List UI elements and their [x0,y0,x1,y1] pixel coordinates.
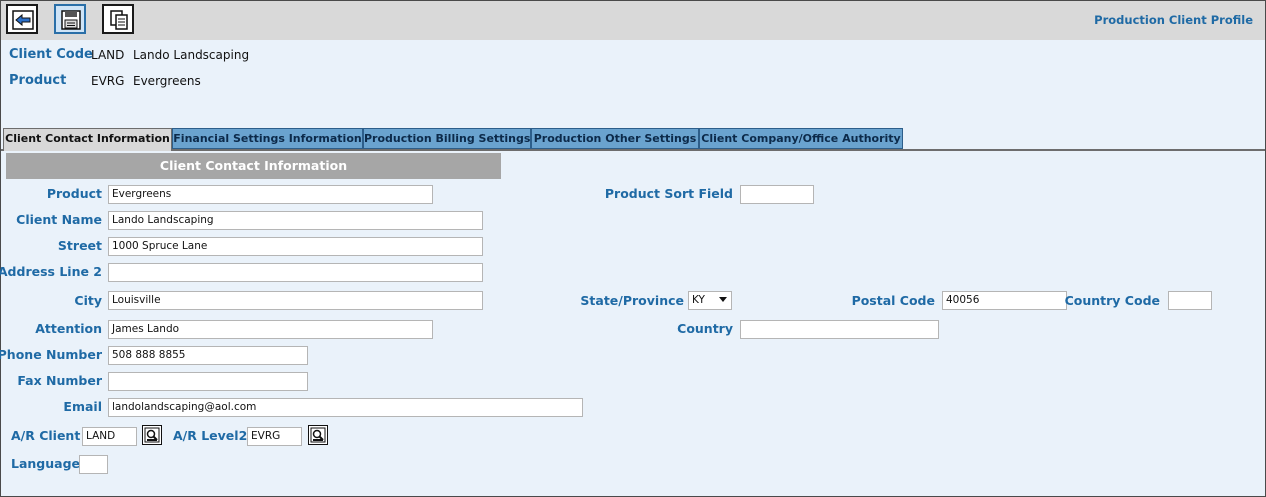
ar-level2-input[interactable]: EVRG [247,427,302,446]
ar-client-lookup-button[interactable] [142,425,162,445]
client-code-value: LAND [91,48,125,62]
tab-client-company-office-authority[interactable]: Client Company/Office Authority [699,128,903,149]
copy-icon [110,10,128,30]
country-input[interactable] [740,320,939,339]
phone-number-label: Phone Number [0,347,102,362]
tab-bar: Client Contact Information Financial Set… [1,128,1265,151]
street-input[interactable]: 1000 Spruce Lane [108,237,483,256]
product-input[interactable]: Evergreens [108,185,433,204]
fax-number-input[interactable] [108,372,308,391]
save-icon [61,10,81,30]
product-label: Product [9,73,67,88]
client-header: Client Code LAND Lando Landscaping Produ… [1,40,1265,128]
tab-production-billing-settings[interactable]: Production Billing Settings [363,128,531,149]
toolbar: Production Client Profile [1,1,1265,40]
attention-input[interactable]: James Lando [108,320,433,339]
country-code-label: Country Code [1064,293,1160,308]
ar-level2-lookup-button[interactable] [308,425,328,445]
language-input[interactable] [79,455,108,474]
street-label: Street [57,238,102,253]
product-name-value: Evergreens [133,74,201,88]
product-field-label: Product [46,186,102,201]
copy-button[interactable] [102,4,134,34]
lookup-icon [144,427,160,443]
state-province-label: State/Province [580,293,684,308]
tab-production-other-settings[interactable]: Production Other Settings [531,128,699,149]
save-button[interactable] [54,4,86,34]
lookup-icon [310,427,326,443]
email-input[interactable]: landolandscaping@aol.com [108,398,583,417]
city-input[interactable]: Louisville [108,291,483,310]
client-code-label: Client Code [9,47,93,62]
email-label: Email [63,399,102,414]
country-label: Country [677,321,733,336]
product-sort-field-input[interactable] [740,185,814,204]
app-title: Production Client Profile [1094,13,1253,27]
attention-label: Attention [35,321,102,336]
product-code-value: EVRG [91,74,125,88]
tab-client-contact-information[interactable]: Client Contact Information [3,128,172,151]
state-province-value: KY [692,294,705,306]
ar-level2-label: A/R Level2 [173,428,248,443]
phone-number-input[interactable]: 508 888 8855 [108,346,308,365]
language-label: Language [11,456,81,471]
country-code-input[interactable] [1168,291,1212,310]
client-profile-window: Production Client Profile Client Code LA… [0,0,1266,497]
ar-client-label: A/R Client [11,428,81,443]
chevron-down-icon [719,297,727,302]
state-province-select[interactable]: KY [688,291,732,310]
back-arrow-icon [12,10,34,30]
product-sort-field-label: Product Sort Field [604,186,733,201]
address-line-2-input[interactable] [108,263,483,282]
client-name-value: Lando Landscaping [133,48,250,62]
section-title: Client Contact Information [6,153,501,179]
tab-financial-settings-information[interactable]: Financial Settings Information [172,128,363,149]
client-name-input[interactable]: Lando Landscaping [108,211,483,230]
ar-client-input[interactable]: LAND [82,427,137,446]
city-label: City [74,293,102,308]
address-line-2-label: Address Line 2 [0,264,102,279]
client-name-label: Client Name [16,212,102,227]
postal-code-label: Postal Code [851,293,935,308]
postal-code-input[interactable]: 40056 [942,291,1067,310]
fax-number-label: Fax Number [17,373,102,388]
client-contact-panel: Client Contact Information Product Everg… [0,151,1265,496]
back-button[interactable] [6,4,38,34]
